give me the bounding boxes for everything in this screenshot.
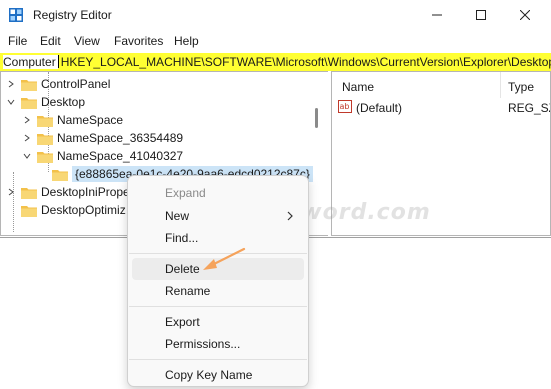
tree-guide-line xyxy=(13,172,14,232)
window-title: Registry Editor xyxy=(33,8,112,22)
address-path: HKEY_LOCAL_MACHINE\SOFTWARE\Microsoft\Wi… xyxy=(60,55,551,69)
menu-separator xyxy=(129,359,307,360)
minimize-button[interactable] xyxy=(415,0,459,30)
tree-item-label: NameSpace_36354489 xyxy=(57,131,184,145)
folder-icon xyxy=(52,168,68,181)
menu-item-new[interactable]: New xyxy=(132,205,304,227)
menu-item-label: Copy Key Name xyxy=(165,368,253,382)
menu-separator xyxy=(129,306,307,307)
folder-icon xyxy=(21,186,37,199)
menu-favorites[interactable]: Favorites xyxy=(114,34,163,48)
menu-item-export[interactable]: Export xyxy=(132,311,304,333)
ab-string-icon: ab xyxy=(338,100,352,113)
column-separator[interactable] xyxy=(500,72,501,98)
tree-item-controlpanel[interactable]: ControlPanel xyxy=(6,75,110,93)
close-button[interactable] xyxy=(503,0,547,30)
menu-help[interactable]: Help xyxy=(174,34,199,48)
folder-icon xyxy=(21,96,37,109)
chevron-right-icon xyxy=(287,211,293,221)
column-header-type[interactable]: Type xyxy=(508,80,534,94)
menu-item-rename[interactable]: Rename xyxy=(132,280,304,302)
folder-icon xyxy=(37,114,53,127)
menu-item-label: Permissions... xyxy=(165,337,241,351)
list-item[interactable]: ab (Default) REG_SZ xyxy=(332,98,550,116)
folder-icon xyxy=(37,132,53,145)
maximize-button[interactable] xyxy=(459,0,503,30)
maximize-icon xyxy=(476,10,486,20)
chevron-down-icon[interactable] xyxy=(6,97,16,107)
menu-edit[interactable]: Edit xyxy=(40,34,61,48)
annotation-arrow-icon xyxy=(203,247,246,270)
registry-editor-app-icon xyxy=(9,8,23,22)
tree-item-label: DesktopOptimiz xyxy=(41,203,126,217)
tree-item-namespace[interactable]: NameSpace xyxy=(22,111,123,129)
folder-icon xyxy=(21,204,37,217)
value-name: (Default) xyxy=(356,101,403,115)
folder-icon xyxy=(37,150,53,163)
menu-item-expand[interactable]: Expand xyxy=(132,182,304,204)
tree-item-desktopoptimiz[interactable]: DesktopOptimiz xyxy=(21,201,126,219)
menu-item-label: Export xyxy=(165,315,200,329)
menu-item-label: Expand xyxy=(165,186,206,200)
menu-view[interactable]: View xyxy=(74,34,100,48)
address-text: Computer HKEY_LOCAL_MACHINE\SOFTWARE\Micr… xyxy=(3,55,551,69)
text-cursor xyxy=(57,55,59,68)
menu-item-label: Delete xyxy=(165,262,200,276)
tree-item-label: NameSpace xyxy=(57,113,124,127)
tree-item-label: DesktopIniPrope xyxy=(41,185,130,199)
folder-icon xyxy=(21,78,37,91)
close-icon xyxy=(520,10,530,20)
menu-item-label: Find... xyxy=(165,231,199,245)
list-header: Name Type xyxy=(332,72,550,98)
column-header-name[interactable]: Name xyxy=(342,80,374,94)
tree-item-label: NameSpace_41040327 xyxy=(57,149,184,163)
tree-item-namespace-36354489[interactable]: NameSpace_36354489 xyxy=(22,129,183,147)
menu-item-permissions[interactable]: Permissions... xyxy=(132,333,304,355)
svg-text:ab: ab xyxy=(340,102,350,111)
tree-scrollbar-thumb[interactable] xyxy=(315,108,318,128)
tree-item-namespace-41040327[interactable]: NameSpace_41040327 xyxy=(22,147,183,165)
tree-item-desktop[interactable]: Desktop xyxy=(6,93,85,111)
menu-item-label: New xyxy=(165,209,190,223)
value-type: REG_SZ xyxy=(508,101,550,115)
tree-item-label: Desktop xyxy=(41,95,86,109)
tree-item-label: ControlPanel xyxy=(41,77,111,91)
chevron-right-icon[interactable] xyxy=(22,115,32,125)
chevron-right-icon[interactable] xyxy=(6,79,16,89)
chevron-right-icon[interactable] xyxy=(22,133,32,143)
title-bar: Registry Editor xyxy=(0,0,551,30)
menu-file[interactable]: File xyxy=(8,34,27,48)
tree-item-desktopiniprope[interactable]: DesktopIniPrope xyxy=(6,183,130,201)
address-bar[interactable]: Computer HKEY_LOCAL_MACHINE\SOFTWARE\Micr… xyxy=(0,53,551,71)
chevron-right-icon[interactable] xyxy=(6,187,16,197)
menu-item-label: Rename xyxy=(165,284,211,298)
chevron-down-icon[interactable] xyxy=(22,151,32,161)
menu-bar: File Edit View Favorites Help xyxy=(0,31,551,51)
context-menu: Expand New Find... Delete Rename Export … xyxy=(127,175,309,387)
menu-item-copy-key-name[interactable]: Copy Key Name xyxy=(132,364,304,386)
minimize-icon xyxy=(432,14,442,16)
address-prefix: Computer xyxy=(3,55,58,69)
